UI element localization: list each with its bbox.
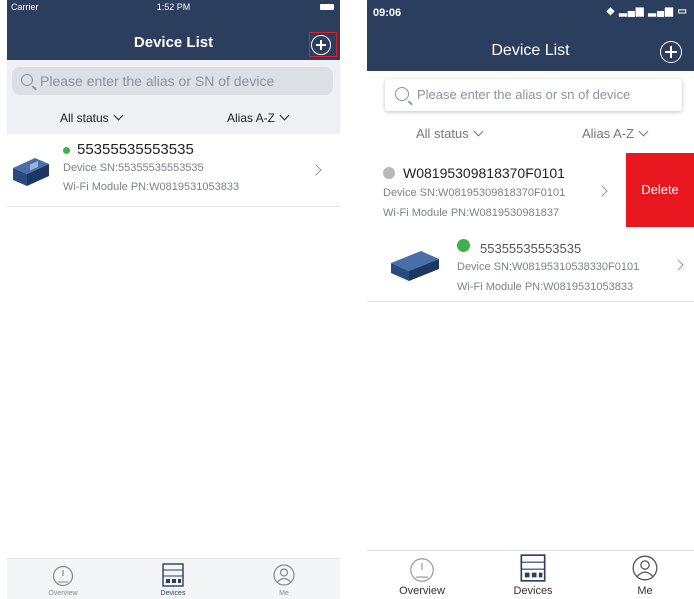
gauge-icon — [410, 558, 434, 582]
search-placeholder: Please enter the alias or SN of device — [40, 73, 275, 89]
sort-label: Alias A-Z — [227, 111, 276, 125]
page-title: Device List — [133, 34, 214, 51]
search-icon — [395, 87, 409, 101]
status-filter-label: All status — [416, 126, 469, 141]
device-alias: 55355535553535 — [480, 241, 582, 256]
online-status-dot — [63, 147, 70, 154]
device-sn: Device SN:W08195310538330F0101 — [457, 261, 640, 273]
search-bar: Please enter the alias or SN of device — [7, 60, 340, 102]
chevron-down-icon — [113, 110, 124, 121]
tab-devices-label: Devices — [160, 590, 186, 597]
sort-label: Alias A-Z — [582, 126, 635, 141]
status-bar: Carrier 1:52 PM — [7, 0, 340, 14]
add-device-button[interactable] — [311, 35, 331, 55]
status-bar: 09:06 ◆ ▂▄▆ ▂▄▆ ▭ — [367, 0, 694, 24]
chevron-down-icon — [638, 126, 649, 137]
status-filter-dropdown[interactable]: All status — [60, 110, 124, 125]
header-bar: Carrier 1:52 PM Device List — [7, 0, 340, 60]
page-title: Device List — [491, 42, 570, 59]
ios-screen: Carrier 1:52 PM Device List Please enter… — [7, 0, 340, 599]
gauge-icon — [52, 565, 74, 587]
signal-battery-icons: ◆ ▂▄▆ ▂▄▆ ▭ — [606, 6, 688, 17]
add-device-button[interactable] — [660, 41, 682, 63]
tab-overview-label: Overview — [48, 590, 78, 597]
device-pn: Wi-Fi Module PN:W0819530981837 — [383, 207, 560, 219]
chevron-right-icon — [310, 164, 322, 176]
device-grid-icon — [162, 563, 184, 587]
chevron-right-icon — [596, 185, 608, 197]
device-row-swiped[interactable]: W08195309818370F0101 Device SN:W08195309… — [367, 153, 626, 228]
status-time: 1:52 PM — [156, 2, 191, 12]
filter-bar: All status Alias A-Z — [7, 102, 340, 134]
sort-dropdown[interactable]: Alias A-Z — [227, 110, 290, 125]
search-icon — [21, 74, 33, 86]
device-alias: 55355535553535 — [77, 141, 194, 158]
tab-devices-label: Devices — [513, 585, 553, 597]
device-pn: Wi-Fi Module PN:W0819531053833 — [63, 181, 240, 193]
status-filter-label: All status — [60, 111, 109, 125]
android-screen: 09:06 ◆ ▂▄▆ ▂▄▆ ▭ Device List Please ent… — [367, 0, 694, 599]
tab-me-label: Me — [279, 590, 289, 597]
chevron-down-icon — [279, 110, 290, 121]
header-bar: 09:06 ◆ ▂▄▆ ▂▄▆ ▭ Device List — [367, 0, 694, 71]
sort-dropdown[interactable]: Alias A-Z — [582, 126, 649, 141]
device-grid-icon — [520, 554, 546, 582]
user-icon — [632, 555, 658, 581]
offline-status-dot — [383, 167, 395, 179]
device-sn: Device SN:55355535553535 — [63, 162, 204, 174]
status-filter-dropdown[interactable]: All status — [416, 126, 484, 141]
device-row[interactable]: 55355535553535 Device SN:W08195310538330… — [367, 227, 694, 302]
battery-icon — [320, 4, 334, 10]
device-pn: Wi-Fi Module PN:W0819531053833 — [457, 281, 634, 293]
chevron-right-icon — [672, 259, 684, 271]
search-input[interactable]: Please enter the alias or sn of device — [385, 79, 682, 111]
device-row[interactable]: 55355535553535 Device SN:55355535553535 … — [7, 134, 340, 207]
tab-bar: Overview Devices Me — [367, 550, 694, 599]
device-sn: Device SN:W08195309818370F0101 — [383, 187, 566, 199]
search-bar: Please enter the alias or sn of device — [367, 71, 694, 121]
inverter-device-icon — [13, 158, 49, 186]
device-alias: W08195309818370F0101 — [403, 165, 565, 181]
status-time: 09:06 — [373, 7, 402, 19]
search-input[interactable]: Please enter the alias or SN of device — [12, 67, 333, 95]
filter-bar: All status Alias A-Z — [367, 121, 694, 151]
search-placeholder: Please enter the alias or sn of device — [417, 87, 631, 102]
tab-bar: Overview Devices Me — [7, 558, 340, 599]
tab-me-label: Me — [637, 585, 653, 597]
online-status-dot — [457, 239, 470, 252]
inverter-device-icon — [391, 251, 439, 281]
chevron-down-icon — [473, 126, 484, 137]
tab-overview-label: Overview — [399, 585, 445, 597]
user-icon — [273, 564, 295, 586]
delete-button[interactable]: Delete — [626, 153, 694, 227]
